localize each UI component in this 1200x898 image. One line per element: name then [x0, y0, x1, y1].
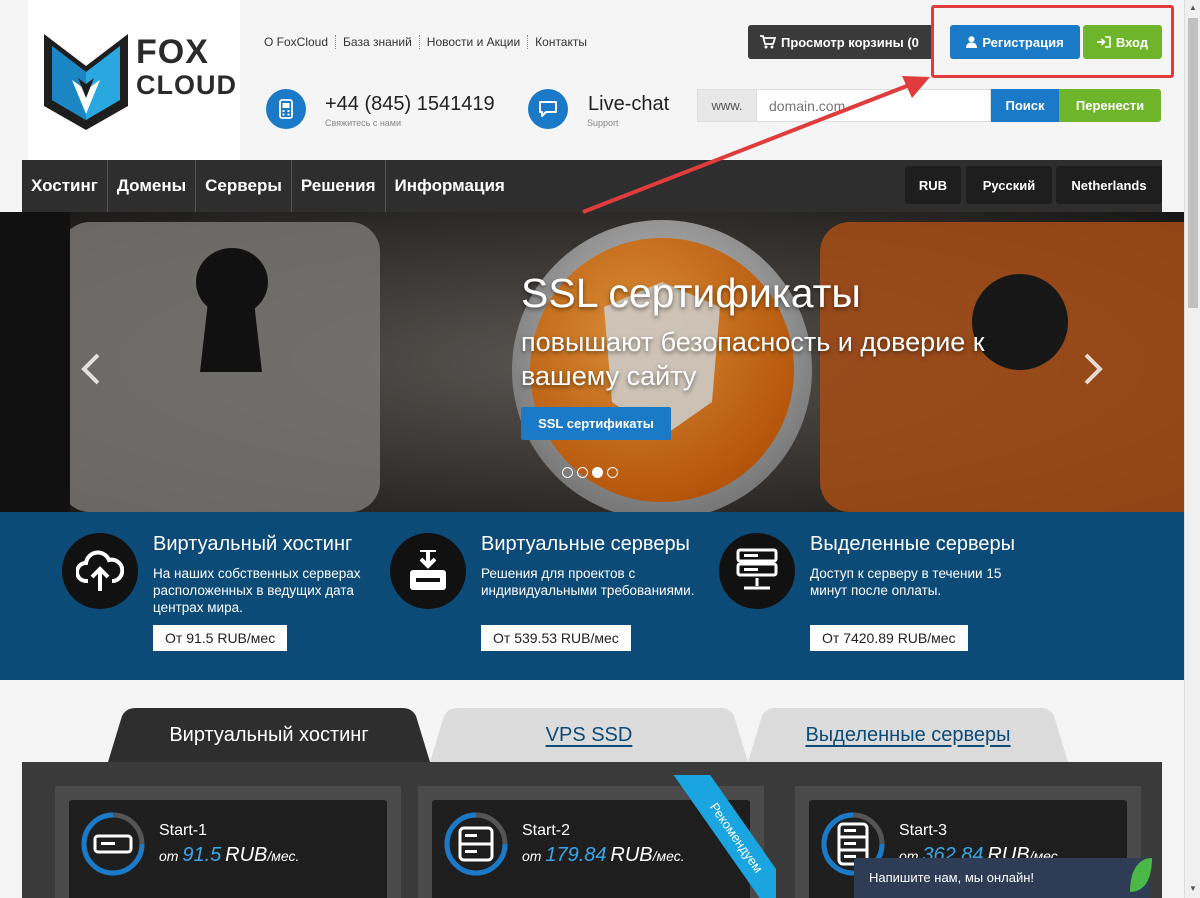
nav-item-solutions[interactable]: Решения: [292, 160, 386, 212]
plan-price: от 91.5 RUB/мес.: [159, 844, 300, 866]
top-link-about[interactable]: О FoxCloud: [257, 35, 337, 49]
plan-name: Start-3: [899, 822, 948, 839]
slider-dot-3[interactable]: [592, 467, 603, 478]
currency-selector[interactable]: RUB: [905, 166, 961, 204]
scroll-down-icon[interactable]: ▼: [1189, 884, 1197, 893]
tab-dedicated-servers[interactable]: Выделенные серверы: [748, 708, 1068, 762]
slider-prev-icon[interactable]: [78, 352, 104, 386]
view-cart-button[interactable]: Просмотр корзины (0: [748, 25, 934, 59]
nav-item-servers[interactable]: Серверы: [196, 160, 292, 212]
logo-line1: FOX: [136, 33, 209, 71]
slider-dot-4[interactable]: [607, 467, 618, 478]
tab-label: VPS SSD: [545, 723, 633, 746]
feature-virtual-hosting[interactable]: Виртуальный хостинг На наших собственных…: [62, 512, 372, 680]
logo[interactable]: FOX CLOUD: [28, 0, 240, 160]
phone-icon: [266, 89, 306, 129]
slider-dots: [562, 467, 618, 478]
domain-transfer-button[interactable]: Перенести: [1059, 89, 1161, 122]
view-cart-label: Просмотр корзины (0: [781, 34, 919, 50]
server-rack-icon: [719, 533, 795, 609]
hero-title: SSL сертификаты: [521, 270, 861, 316]
page: FOX CLOUD О FoxCloud База знаний Новости…: [0, 0, 1200, 898]
fox-logo-icon: [44, 34, 128, 130]
logo-line2: CLOUD: [136, 70, 237, 100]
domain-search-button[interactable]: Поиск: [991, 89, 1059, 122]
feature-desc: Доступ к серверу в течении 15 минут посл…: [810, 566, 1002, 598]
logo-wordmark: FOX CLOUD: [136, 34, 237, 100]
top-links: О FoxCloud База знаний Новости и Акции К…: [257, 35, 594, 49]
live-chat-title[interactable]: Live-chat: [588, 93, 669, 116]
phone-caption: Свяжитесь с нами: [325, 118, 402, 128]
slider-dot-1[interactable]: [562, 467, 573, 478]
feature-title: Виртуальный хостинг: [153, 533, 353, 555]
domain-prefix: www.: [697, 89, 757, 122]
live-chat-caption: Support: [587, 118, 619, 128]
page-scrollbar[interactable]: ▲ ▼: [1184, 0, 1200, 898]
ribbon-label: Рекомендуем: [666, 775, 776, 898]
cloud-upload-icon: [62, 533, 138, 609]
tab-vps-ssd[interactable]: VPS SSD: [430, 708, 748, 762]
hero-slider: SSL сертификаты повышают безопасность и …: [0, 212, 1184, 512]
features-band: Виртуальный хостинг На наших собственных…: [0, 512, 1184, 680]
online-chat-widget[interactable]: Напишите нам, мы онлайн!: [854, 858, 1150, 898]
slider-next-icon[interactable]: [1080, 352, 1106, 386]
server-download-icon: [390, 533, 466, 609]
hero-ssl-button[interactable]: SSL сертификаты: [521, 407, 671, 440]
cart-icon: [760, 35, 776, 49]
tab-label: Виртуальный хостинг: [169, 723, 369, 746]
scroll-up-icon[interactable]: ▲: [1189, 3, 1197, 12]
plan-server-icon: [81, 812, 145, 876]
scroll-thumb[interactable]: [1188, 18, 1198, 308]
recommended-ribbon: Рекомендуем: [626, 775, 776, 898]
top-link-news[interactable]: Новости и Акции: [420, 35, 529, 49]
feature-desc: На наших собственных серверах расположен…: [153, 566, 361, 615]
domain-input[interactable]: [757, 89, 991, 122]
feature-virtual-servers[interactable]: Виртуальные серверы Решения для проектов…: [390, 512, 700, 680]
region-selector[interactable]: Netherlands: [1056, 166, 1162, 204]
plan-card-start-1[interactable]: Start-1 от 91.5 RUB/мес.: [55, 786, 401, 898]
feature-dedicated-servers[interactable]: Выделенные серверы Доступ к серверу в те…: [719, 512, 1029, 680]
plan-name: Start-1: [159, 822, 208, 839]
language-selector[interactable]: Русский: [966, 166, 1052, 204]
feature-title: Виртуальные серверы: [481, 533, 690, 555]
feature-price[interactable]: От 7420.89 RUB/мес: [810, 625, 968, 651]
feature-title: Выделенные серверы: [810, 533, 1016, 555]
phone-number: +44 (845) 1541419: [325, 93, 495, 115]
leaf-icon: [1130, 858, 1152, 892]
plan-server-icon: [444, 812, 508, 876]
nav-item-information[interactable]: Информация: [386, 160, 514, 212]
tab-label: Выделенные серверы: [805, 723, 1011, 746]
nav-item-domains[interactable]: Домены: [108, 160, 197, 212]
feature-price[interactable]: От 91.5 RUB/мес: [153, 625, 288, 651]
slider-dot-2[interactable]: [577, 467, 588, 478]
feature-price[interactable]: От 539.53 RUB/мес: [481, 625, 631, 651]
live-chat-icon[interactable]: [528, 89, 568, 129]
annotation-highlight-box: [931, 5, 1174, 78]
feature-desc: Решения для проектов с индивидуальными т…: [481, 566, 695, 598]
tab-virtual-hosting[interactable]: Виртуальный хостинг: [108, 708, 430, 762]
top-link-contacts[interactable]: Контакты: [528, 35, 594, 49]
nav-item-hosting[interactable]: Хостинг: [22, 160, 108, 212]
hero-subtitle: повышают безопасность и доверие к вашему…: [521, 327, 985, 391]
plan-name: Start-2: [522, 822, 571, 839]
top-link-knowledge-base[interactable]: База знаний: [336, 35, 420, 49]
